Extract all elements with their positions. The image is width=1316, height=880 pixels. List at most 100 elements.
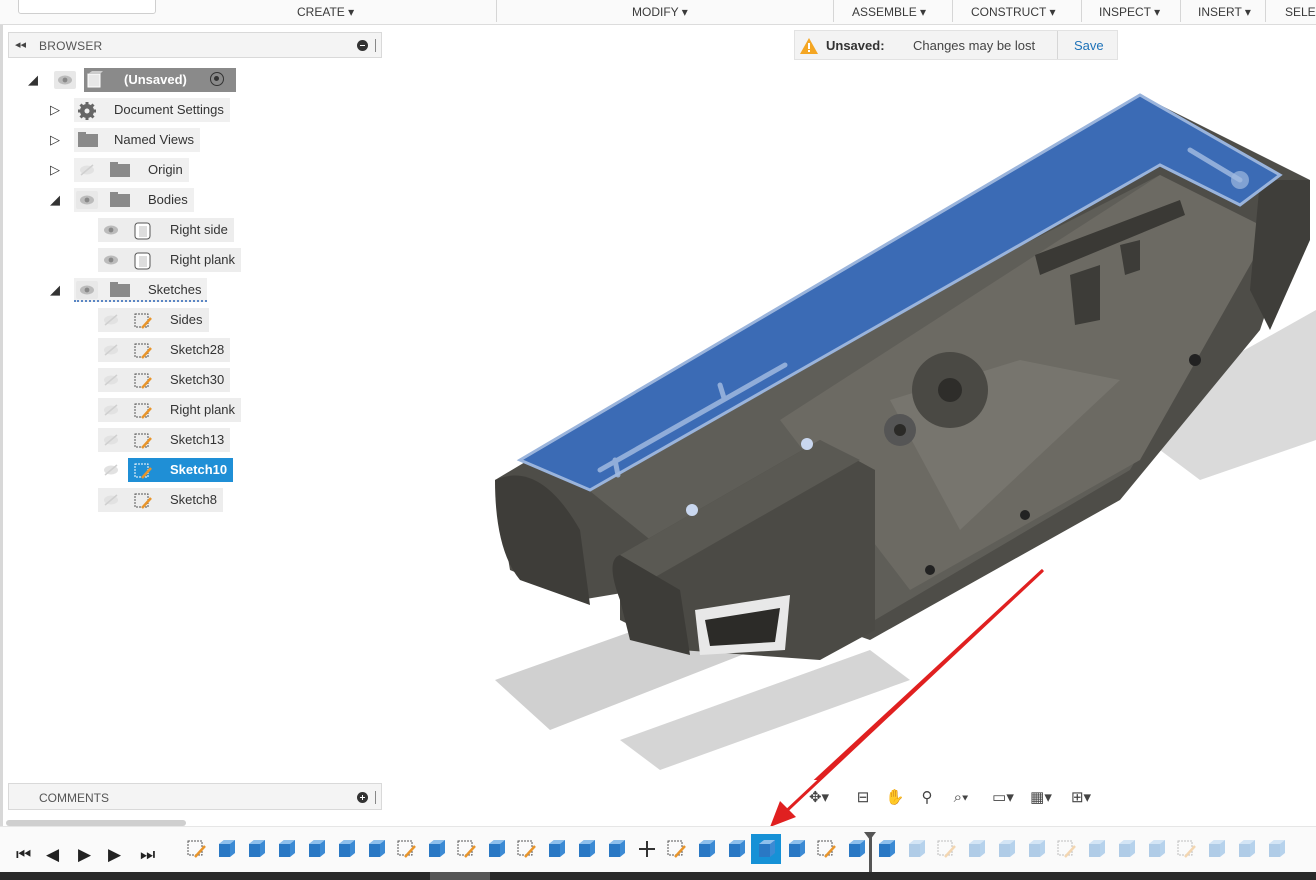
step-forward-icon[interactable]: ▶ xyxy=(108,845,121,865)
timeline-sketch-feature[interactable] xyxy=(396,838,418,860)
timeline-extrude-feature[interactable] xyxy=(306,838,328,860)
timeline-extrude-feature[interactable] xyxy=(966,838,988,860)
timeline-extrude-feature[interactable] xyxy=(756,838,778,860)
timeline-extrude-feature[interactable] xyxy=(216,838,238,860)
pan-hand-icon[interactable]: ✋ xyxy=(882,784,908,812)
comments-panel-header[interactable]: COMMENTS xyxy=(8,783,382,810)
sketch-item[interactable]: Sketch13 xyxy=(98,428,248,452)
timeline-extrude-feature[interactable] xyxy=(996,838,1018,860)
collapse-triangle-icon[interactable]: ◢ xyxy=(50,282,64,298)
timeline-extrude-feature[interactable] xyxy=(1266,838,1288,860)
hidden-eye-icon[interactable] xyxy=(76,161,98,179)
timeline-extrude-feature[interactable] xyxy=(546,838,568,860)
timeline-sketch-feature[interactable] xyxy=(1176,838,1198,860)
play-icon[interactable]: ▶ xyxy=(78,845,91,865)
select-menu[interactable]: SELE xyxy=(1285,5,1316,19)
browser-item-bodies[interactable]: ◢ Bodies xyxy=(50,188,250,212)
timeline-extrude-feature[interactable] xyxy=(1086,838,1108,860)
timeline-extrude-feature[interactable] xyxy=(576,838,598,860)
browser-item-document-settings[interactable]: ▷ Document Settings xyxy=(50,98,250,122)
timeline-sketch-feature[interactable] xyxy=(936,838,958,860)
go-to-end-icon[interactable]: ⏭ xyxy=(140,845,155,865)
assemble-menu[interactable]: ASSEMBLE ▾ xyxy=(852,5,926,19)
timeline-extrude-feature[interactable] xyxy=(606,838,628,860)
orbit-icon[interactable]: ✥▾ xyxy=(806,784,832,812)
body-item[interactable]: Right plank xyxy=(98,248,248,272)
timeline-sketch-feature[interactable] xyxy=(1056,838,1078,860)
expand-comments-icon[interactable] xyxy=(357,792,368,803)
visibility-eye-icon[interactable] xyxy=(76,191,98,209)
sketch-item[interactable]: Sketch28 xyxy=(98,338,248,362)
panel-grip[interactable] xyxy=(375,791,377,804)
construct-menu[interactable]: CONSTRUCT ▾ xyxy=(971,5,1055,19)
sketch-item[interactable]: Right plank xyxy=(98,398,248,422)
minimize-icon[interactable] xyxy=(357,40,368,51)
display-settings-icon[interactable]: ▭▾ xyxy=(990,784,1016,812)
timeline-extrude-feature[interactable] xyxy=(876,838,898,860)
browser-item-sketches[interactable]: ◢ Sketches xyxy=(50,278,250,302)
timeline-extrude-feature[interactable] xyxy=(1116,838,1138,860)
zoom-icon[interactable]: ⚲ xyxy=(914,784,940,812)
visibility-eye-icon[interactable] xyxy=(76,281,98,299)
modify-menu[interactable]: MODIFY ▾ xyxy=(632,5,688,19)
sketch-item[interactable]: Sketch30 xyxy=(98,368,248,392)
hidden-eye-icon[interactable] xyxy=(100,401,122,419)
timeline-marker[interactable] xyxy=(864,832,876,872)
timeline-sketch-feature[interactable] xyxy=(516,838,538,860)
fit-icon[interactable]: ⌕▾ xyxy=(948,784,974,812)
visibility-eye-icon[interactable] xyxy=(54,71,76,89)
hidden-eye-icon[interactable] xyxy=(100,491,122,509)
timeline-extrude-feature[interactable] xyxy=(1146,838,1168,860)
browser-panel-header[interactable]: ◂◂ BROWSER xyxy=(8,32,382,58)
timeline-extrude-feature[interactable] xyxy=(696,838,718,860)
browser-item-origin[interactable]: ▷ Origin xyxy=(50,158,250,182)
timeline-extrude-feature[interactable] xyxy=(1026,838,1048,860)
timeline-extrude-feature[interactable] xyxy=(846,838,868,860)
timeline-extrude-feature[interactable] xyxy=(486,838,508,860)
viewports-icon[interactable]: ⊞▾ xyxy=(1068,784,1094,812)
body-item[interactable]: Right side xyxy=(98,218,248,242)
save-button[interactable]: Save xyxy=(1074,38,1104,53)
timeline-sketch-feature[interactable] xyxy=(666,838,688,860)
browser-root-node[interactable]: ◢ (Unsaved) xyxy=(28,68,248,92)
hidden-eye-icon[interactable] xyxy=(100,311,122,329)
timeline-move-feature[interactable] xyxy=(636,838,658,860)
timeline-extrude-feature[interactable] xyxy=(246,838,268,860)
expand-triangle-icon[interactable]: ▷ xyxy=(50,162,64,178)
insert-menu[interactable]: INSERT ▾ xyxy=(1198,5,1251,19)
timeline-sketch-feature[interactable] xyxy=(456,838,478,860)
hidden-eye-icon[interactable] xyxy=(100,341,122,359)
collapse-triangle-icon[interactable]: ◢ xyxy=(50,192,64,208)
timeline-sketch-feature[interactable] xyxy=(816,838,838,860)
activate-radio-icon[interactable] xyxy=(210,72,224,86)
collapse-triangle-icon[interactable]: ◢ xyxy=(28,72,42,88)
visibility-eye-icon[interactable] xyxy=(100,221,122,239)
sketch-item[interactable]: Sides xyxy=(98,308,248,332)
hidden-eye-icon[interactable] xyxy=(100,371,122,389)
browser-item-named-views[interactable]: ▷ Named Views xyxy=(50,128,250,152)
timeline-extrude-feature[interactable] xyxy=(1206,838,1228,860)
look-at-icon[interactable]: ⊟ xyxy=(850,784,876,812)
expand-triangle-icon[interactable]: ▷ xyxy=(50,132,64,148)
sketch-item[interactable]: Sketch10 xyxy=(98,458,248,482)
timeline-extrude-feature[interactable] xyxy=(276,838,298,860)
timeline-extrude-feature[interactable] xyxy=(906,838,928,860)
expand-triangle-icon[interactable]: ▷ xyxy=(50,102,64,118)
timeline-extrude-feature[interactable] xyxy=(1236,838,1258,860)
timeline-extrude-feature[interactable] xyxy=(336,838,358,860)
timeline-extrude-feature[interactable] xyxy=(426,838,448,860)
sketch-item[interactable]: Sketch8 xyxy=(98,488,248,512)
go-to-start-icon[interactable]: ⏮ xyxy=(16,845,31,865)
toolbar-tab-box[interactable] xyxy=(18,0,156,14)
grid-icon[interactable]: ▦▾ xyxy=(1028,784,1054,812)
visibility-eye-icon[interactable] xyxy=(100,251,122,269)
step-back-icon[interactable]: ◀ xyxy=(46,845,59,865)
inspect-menu[interactable]: INSPECT ▾ xyxy=(1099,5,1160,19)
collapse-panel-icon[interactable]: ◂◂ xyxy=(15,38,26,51)
timeline-extrude-feature[interactable] xyxy=(366,838,388,860)
create-menu[interactable]: CREATE ▾ xyxy=(297,5,354,19)
hidden-eye-icon[interactable] xyxy=(100,461,122,479)
hidden-eye-icon[interactable] xyxy=(100,431,122,449)
timeline-sketch-feature[interactable] xyxy=(186,838,208,860)
timeline-extrude-feature[interactable] xyxy=(726,838,748,860)
